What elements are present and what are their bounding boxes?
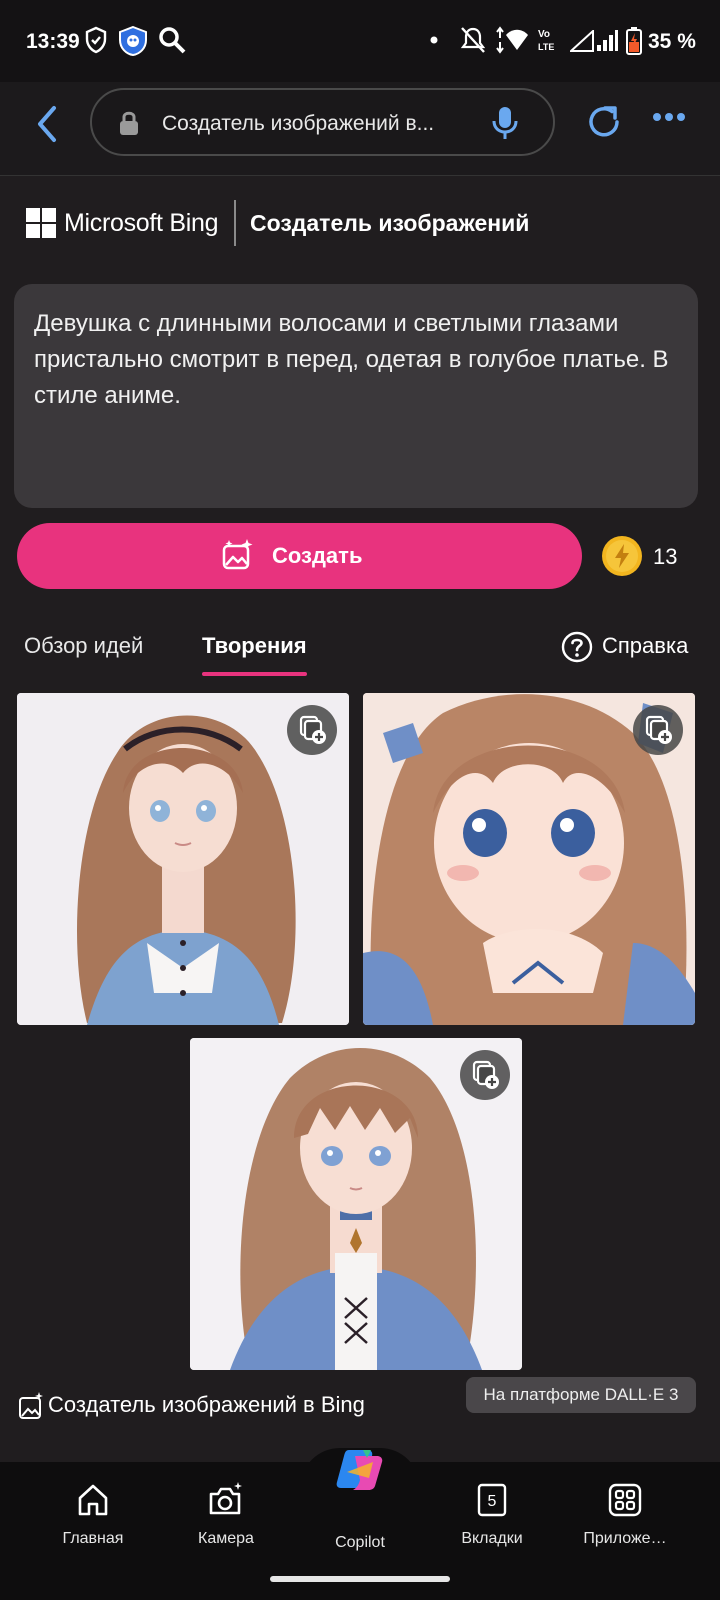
battery-level: 35 % bbox=[648, 30, 696, 53]
url-text[interactable]: Создатель изображений в... bbox=[162, 112, 434, 136]
mute-icon bbox=[460, 27, 486, 53]
volte-icon: Vo LTE bbox=[538, 29, 554, 52]
status-time: 13:39 bbox=[26, 30, 80, 53]
header-divider bbox=[234, 200, 236, 246]
reload-icon[interactable] bbox=[584, 102, 624, 142]
svg-text:LTE: LTE bbox=[538, 42, 554, 52]
more-options-icon[interactable] bbox=[652, 112, 686, 122]
page-title: Создатель изображений bbox=[250, 210, 530, 236]
copilot-icon bbox=[336, 1450, 383, 1490]
nav-camera-label: Камера bbox=[198, 1530, 254, 1547]
add-to-collection-button[interactable] bbox=[460, 1050, 510, 1100]
nav-tabs[interactable]: 5 Вкладки bbox=[427, 1462, 557, 1562]
vpn-shield-icon bbox=[119, 26, 147, 56]
home-icon bbox=[78, 1484, 108, 1516]
image-create-icon bbox=[222, 539, 253, 570]
apps-icon bbox=[608, 1483, 642, 1517]
help-icon[interactable] bbox=[560, 630, 594, 664]
tab-explore-ideas[interactable]: Обзор идей bbox=[24, 633, 143, 659]
active-tab-indicator bbox=[202, 672, 307, 676]
help-link[interactable]: Справка bbox=[602, 633, 688, 659]
tabs-count: 5 bbox=[488, 1493, 497, 1510]
wifi-icon bbox=[496, 26, 528, 54]
create-button[interactable]: Создать bbox=[17, 523, 582, 589]
nav-copilot[interactable]: Copilot bbox=[295, 1450, 425, 1562]
search-icon bbox=[159, 27, 186, 54]
add-to-collection-button[interactable] bbox=[287, 705, 337, 755]
generated-image-1[interactable] bbox=[17, 693, 349, 1025]
signal-2-icon bbox=[597, 30, 618, 51]
nav-camera[interactable]: Камера bbox=[161, 1462, 291, 1562]
dalle-badge: На платформе DALL·E 3 bbox=[466, 1377, 696, 1413]
back-button[interactable] bbox=[28, 102, 68, 146]
gesture-home-indicator[interactable] bbox=[270, 1576, 450, 1582]
collection-add-icon bbox=[299, 715, 326, 744]
footer-title: Создатель изображений в Bing bbox=[48, 1392, 365, 1417]
microphone-icon[interactable] bbox=[492, 106, 518, 140]
browser-toolbar: Создатель изображений в... bbox=[0, 82, 720, 176]
lock-icon bbox=[120, 111, 138, 135]
tabs-icon: 5 bbox=[477, 1483, 507, 1517]
nav-home[interactable]: Главная bbox=[28, 1462, 158, 1562]
tab-creations[interactable]: Творения bbox=[202, 633, 307, 659]
boost-count: 13 bbox=[653, 544, 678, 569]
signal-1-icon bbox=[570, 30, 594, 52]
camera-icon bbox=[209, 1482, 242, 1515]
prompt-textarea[interactable]: Девушка с длинными волосами и светлыми г… bbox=[14, 284, 698, 508]
nav-apps[interactable]: Приложе… bbox=[560, 1462, 690, 1562]
nav-apps-label: Приложе… bbox=[583, 1530, 667, 1547]
microsoft-logo-icon bbox=[26, 208, 56, 238]
collection-add-icon bbox=[472, 1060, 499, 1089]
address-bar[interactable]: Создатель изображений в... bbox=[90, 88, 555, 156]
svg-text:Vo: Vo bbox=[538, 29, 550, 40]
collection-add-icon bbox=[645, 715, 672, 744]
generated-image-3[interactable] bbox=[190, 1038, 522, 1370]
add-to-collection-button[interactable] bbox=[633, 705, 683, 755]
battery-icon bbox=[626, 27, 642, 55]
status-bar: 13:39 Vo LTE 35 % bbox=[0, 0, 720, 82]
notification-dot-icon bbox=[430, 36, 438, 44]
boost-coin-icon[interactable] bbox=[602, 536, 642, 576]
nav-copilot-label: Copilot bbox=[335, 1534, 385, 1551]
bing-header: Microsoft Bing Создатель изображений bbox=[26, 200, 696, 246]
nav-tabs-label: Вкладки bbox=[461, 1530, 523, 1547]
create-button-label: Создать bbox=[272, 543, 363, 568]
shield-icon bbox=[85, 26, 107, 54]
image-creator-icon bbox=[19, 1392, 43, 1419]
nav-home-label: Главная bbox=[62, 1530, 124, 1547]
generated-image-2[interactable] bbox=[363, 693, 695, 1025]
brand-name[interactable]: Microsoft Bing bbox=[64, 209, 218, 238]
